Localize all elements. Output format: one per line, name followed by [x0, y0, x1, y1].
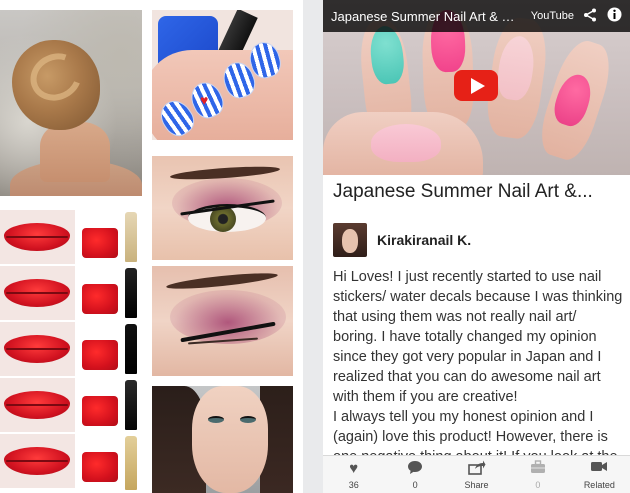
author-row[interactable]: Kirakiranail K.: [333, 222, 471, 258]
tab-like[interactable]: ♥ 36: [323, 456, 384, 493]
video-header-bar: Japanese Summer Nail Art & B... YouTube: [323, 0, 630, 32]
author-name[interactable]: Kirakiranail K.: [377, 232, 471, 248]
lipstick-swatch: [82, 228, 118, 258]
youtube-label: YouTube: [530, 10, 575, 22]
lip-line: [6, 404, 68, 406]
lips: [0, 434, 75, 488]
eye-makeup-photo[interactable]: [152, 156, 293, 260]
lip-line: [6, 292, 68, 294]
avatar[interactable]: [333, 223, 367, 257]
lip-line: [6, 460, 68, 462]
lipstick-swatch: [82, 452, 118, 482]
lipstick-swatch: [82, 396, 118, 426]
share-icon: [467, 460, 486, 478]
red-lipstick-swatches-photo[interactable]: [0, 206, 142, 493]
lipstick-tube: [125, 436, 137, 490]
lips: [0, 378, 75, 432]
play-icon: [470, 77, 485, 94]
eye-makeup-closed-photo[interactable]: [152, 266, 293, 376]
screenshot-stage: ♥ Japanese Summer Nail Art & B... YouTub…: [0, 0, 630, 493]
related-label: Related: [583, 479, 615, 490]
tab-briefcase[interactable]: 0: [507, 456, 568, 493]
pin-grid-panel: ♥: [0, 0, 303, 493]
eyeshadow: [170, 290, 286, 344]
share-icon[interactable]: [582, 8, 598, 25]
lip-line: [6, 236, 68, 238]
video-camera-icon: [590, 460, 608, 478]
lipstick-swatch: [82, 284, 118, 314]
striped-nails-photo[interactable]: ♥: [152, 10, 293, 140]
tab-related[interactable]: Related: [569, 456, 630, 493]
lipstick-swatch: [82, 340, 118, 370]
video-detail-panel: Japanese Summer Nail Art & B... YouTube: [323, 0, 630, 493]
heart-icon: ♥: [349, 459, 359, 477]
eye: [240, 416, 256, 423]
lip-line: [6, 348, 68, 350]
avatar-face: [342, 229, 358, 253]
share-label: Share: [464, 479, 489, 490]
lipstick-tube: [125, 268, 137, 318]
neck: [40, 122, 110, 182]
lips: [0, 322, 75, 376]
thumb-nail: [371, 124, 441, 162]
like-count: 36: [348, 479, 359, 490]
tab-share[interactable]: Share: [446, 456, 507, 493]
info-icon[interactable]: [606, 7, 622, 25]
hair-bun-photo[interactable]: [0, 10, 142, 196]
comment-icon: [407, 460, 423, 478]
briefcase-icon: [530, 459, 546, 478]
detail-title: Japanese Summer Nail Art &...: [333, 181, 593, 202]
description-paragraph: Hi Loves! I just recently started to use…: [333, 269, 623, 405]
video-title[interactable]: Japanese Summer Nail Art & B...: [331, 9, 517, 24]
description-paragraph: I always tell you my honest opinion and …: [333, 409, 618, 455]
portrait-photo[interactable]: [152, 386, 293, 493]
eye: [208, 416, 224, 423]
lipstick-tube: [125, 380, 137, 430]
lips: [0, 210, 75, 264]
eyebrow: [165, 270, 279, 292]
video-player[interactable]: Japanese Summer Nail Art & B... YouTube: [323, 0, 630, 175]
lipstick-tube: [125, 324, 137, 374]
play-button[interactable]: [454, 70, 498, 101]
tab-comment[interactable]: 0: [384, 456, 445, 493]
heart-decal-icon: ♥: [200, 92, 209, 108]
face: [192, 386, 268, 493]
description: Hi Loves! I just recently started to use…: [333, 267, 623, 455]
briefcase-count: 0: [535, 479, 541, 490]
lipstick-tube: [125, 212, 137, 262]
bottom-tab-bar: ♥ 36 0 Share 0 Related: [323, 455, 630, 493]
lips: [0, 266, 75, 320]
comment-count: 0: [412, 479, 418, 490]
